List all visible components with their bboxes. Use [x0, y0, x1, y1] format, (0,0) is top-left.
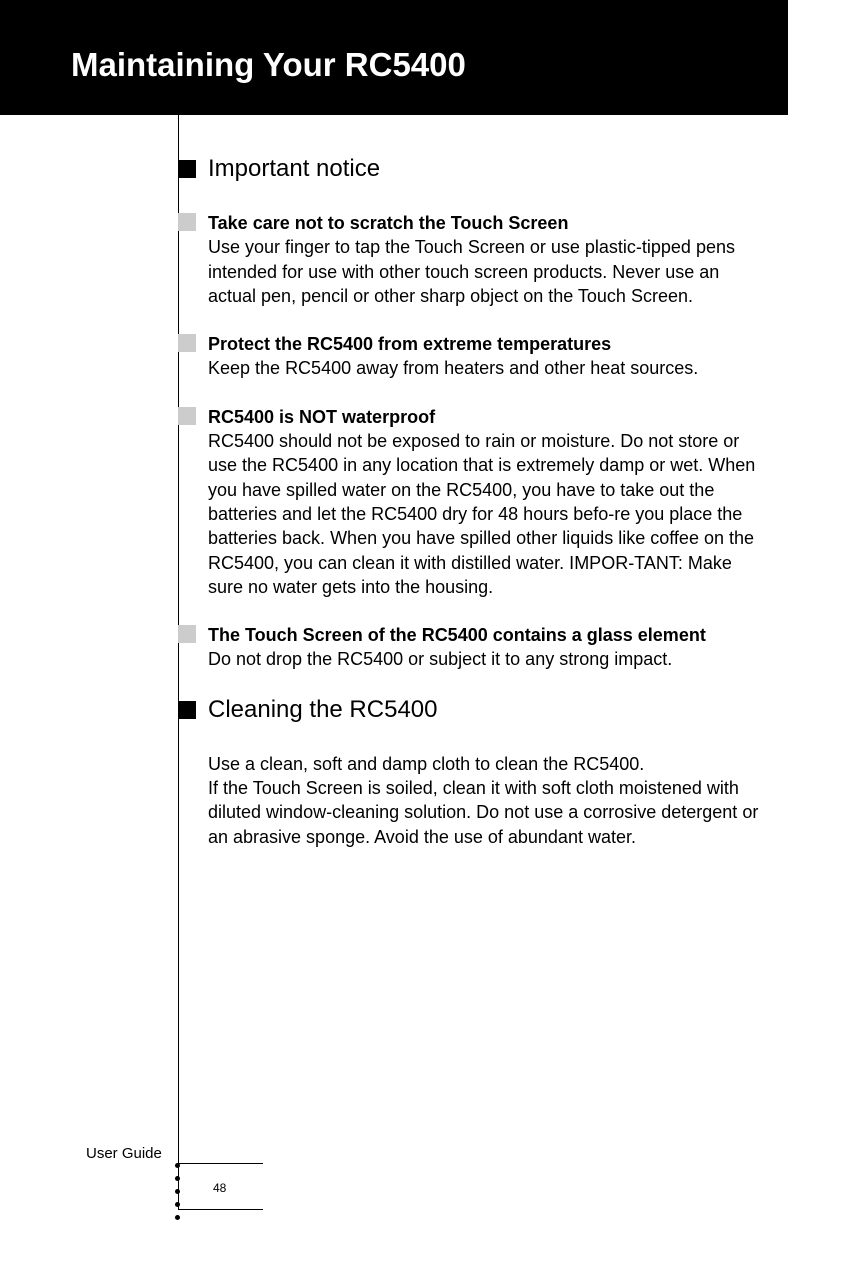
item-title: RC5400 is NOT waterproof: [208, 405, 768, 429]
section-header-important-notice: Important notice: [178, 155, 768, 183]
item-body: Keep the RC5400 away from heaters and ot…: [208, 356, 768, 380]
section-header-cleaning: Cleaning the RC5400: [178, 696, 768, 724]
user-guide-label: User Guide: [86, 1145, 162, 1162]
item-bullet-icon: [178, 334, 196, 352]
page: Maintaining Your RC5400 Important notice…: [0, 0, 788, 1275]
item-bullet-icon: [178, 625, 196, 643]
content-area: Important notice Take care not to scratc…: [178, 155, 768, 849]
section-bullet-icon: [178, 160, 196, 178]
notice-item: Protect the RC5400 from extreme temperat…: [208, 332, 768, 381]
dot-icon: [175, 1202, 180, 1207]
footer-rule-bottom: [178, 1209, 263, 1210]
section-bullet-icon: [178, 701, 196, 719]
item-bullet-icon: [178, 213, 196, 231]
dot-icon: [175, 1189, 180, 1194]
item-body: RC5400 should not be exposed to rain or …: [208, 429, 768, 599]
page-number: 48: [213, 1181, 226, 1195]
header-bar: Maintaining Your RC5400: [0, 0, 788, 115]
page-title: Maintaining Your RC5400: [71, 46, 466, 84]
cleaning-body: Use a clean, soft and damp cloth to clea…: [208, 752, 768, 849]
section-title: Important notice: [208, 155, 380, 183]
dot-icon: [175, 1215, 180, 1220]
notice-item: Take care not to scratch the Touch Scree…: [208, 211, 768, 308]
notice-item: RC5400 is NOT waterproof RC5400 should n…: [208, 405, 768, 599]
item-title: The Touch Screen of the RC5400 contains …: [208, 623, 768, 647]
notice-item: The Touch Screen of the RC5400 contains …: [208, 623, 768, 672]
footer-rule-top: [178, 1163, 263, 1164]
dot-icon: [175, 1163, 180, 1168]
section-title: Cleaning the RC5400: [208, 696, 438, 724]
item-body: Use your finger to tap the Touch Screen …: [208, 235, 768, 308]
dot-icon: [175, 1176, 180, 1181]
footer-dots: [175, 1163, 180, 1220]
item-bullet-icon: [178, 407, 196, 425]
item-title: Protect the RC5400 from extreme temperat…: [208, 332, 768, 356]
item-title: Take care not to scratch the Touch Scree…: [208, 211, 768, 235]
item-body: Do not drop the RC5400 or subject it to …: [208, 647, 768, 671]
right-margin: [788, 0, 863, 1275]
